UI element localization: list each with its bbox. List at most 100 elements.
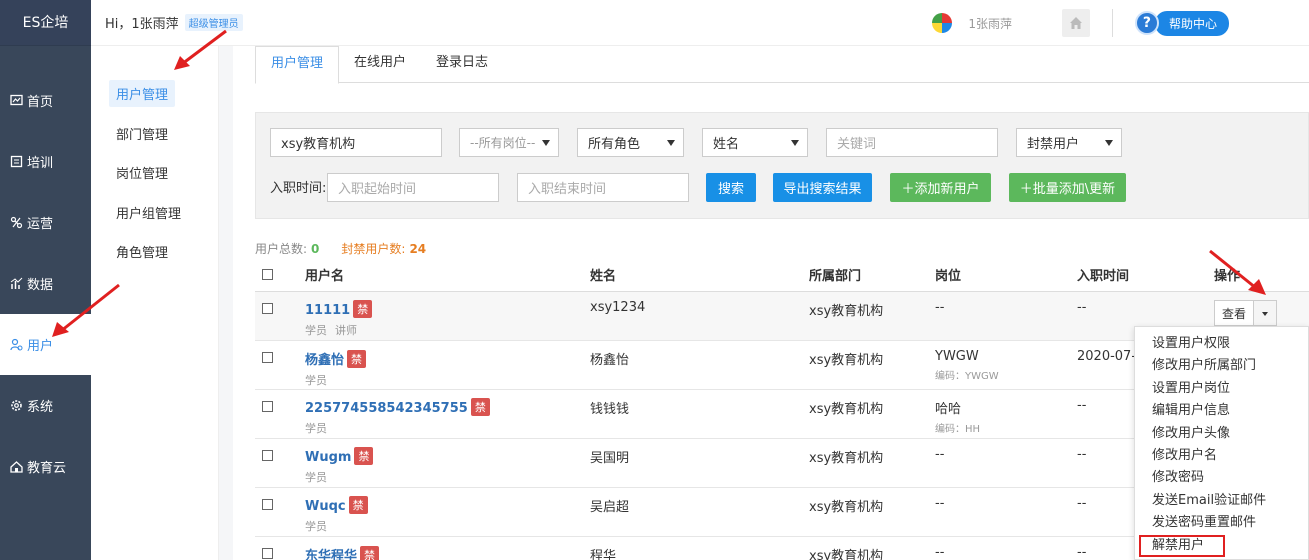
subnav-department-management[interactable]: 部门管理 [91,114,218,154]
name-cell: 吴国明 [590,438,809,488]
nav-item-data[interactable]: 数据 [0,253,91,314]
position-select[interactable]: --所有岗位-- [459,128,559,157]
total-users-label: 用户总数: [255,242,308,256]
department-cell: xsy教育机构 [809,438,935,488]
home-icon [1069,17,1082,29]
user-roles: 学员 [305,372,590,388]
menu-change-password[interactable]: 修改密码 [1135,467,1308,489]
tab-online-users[interactable]: 在线用户 [339,46,421,83]
nav-item-home[interactable]: 首页 [0,70,91,131]
keyword-input[interactable]: 关键词 [826,128,998,157]
row-checkbox[interactable] [262,449,273,461]
position-name: YWGW [935,348,979,364]
nav-label: 培训 [27,156,54,171]
user-roles: 学员 [305,420,590,436]
view-button[interactable]: 查看 [1214,300,1254,326]
menu-change-username[interactable]: 修改用户名 [1135,445,1308,467]
nav-item-system[interactable]: 系统 [0,375,91,436]
select-all-checkbox[interactable] [262,269,273,281]
row-checkbox[interactable] [262,302,273,314]
menu-send-password-reset-email[interactable]: 发送密码重置邮件 [1135,512,1308,534]
nav-label: 运营 [27,217,54,232]
row-select-cell [255,291,305,341]
row-checkbox[interactable] [262,400,273,412]
avatar[interactable] [932,13,953,33]
gear-icon [9,399,23,413]
subnav-position-management[interactable]: 岗位管理 [91,153,218,193]
menu-send-verification-email[interactable]: 发送Email验证邮件 [1135,490,1308,512]
nav-item-operations[interactable]: 运营 [0,192,91,253]
header-right: 1张雨萍 ? 帮助中心 [932,0,1309,46]
column-header-position: 岗位 [935,259,1077,292]
position-cell: 哈哈 编码：HH [935,389,1077,439]
menu-set-position[interactable]: 设置用户岗位 [1135,378,1308,400]
nav-item-edu-cloud[interactable]: 教育云 [0,436,91,497]
subnav-user-management[interactable]: 用户管理 [91,74,218,114]
username-link[interactable]: 东华程华 [305,549,357,560]
help-center-button[interactable]: ? 帮助中心 [1134,10,1229,36]
user-subnav: 用户管理 部门管理 岗位管理 用户组管理 角色管理 [91,46,219,560]
row-select-cell [255,487,305,537]
batch-add-update-button[interactable]: ＋批量添加\更新 [1009,173,1126,202]
subnav-label: 岗位管理 [116,167,169,183]
username-link[interactable]: 225774558542345755 [305,401,468,416]
row-checkbox[interactable] [262,547,273,559]
subnav-user-group-management[interactable]: 用户组管理 [91,193,218,233]
username-link[interactable]: Wugm [305,450,351,465]
home-button[interactable] [1061,9,1090,37]
action-dropdown-toggle[interactable] [1254,300,1277,326]
subnav-role-management[interactable]: 角色管理 [91,232,218,272]
org-selector[interactable]: xsy教育机构 [270,128,442,157]
user-roles: 学员 [305,469,590,485]
ban-status-select[interactable]: 封禁用户 [1016,128,1122,157]
add-user-button[interactable]: ＋添加新用户 [890,173,991,202]
position-name: 哈哈 [935,401,962,417]
row-select-cell [255,389,305,439]
department-cell: xsy教育机构 [809,291,935,341]
role-select[interactable]: 所有角色 [577,128,684,157]
header-username[interactable]: 1张雨萍 [968,15,1012,32]
total-users-count: 0 [311,242,320,256]
tab-login-log[interactable]: 登录日志 [421,46,503,83]
users-icon [9,338,23,352]
row-checkbox[interactable] [262,498,273,510]
username-cell: 225774558542345755 禁 学员 [305,389,590,439]
search-button[interactable]: 搜索 [706,173,756,202]
nav-label: 教育云 [27,461,67,476]
username-link[interactable]: 杨鑫怡 [305,353,344,368]
department-cell: xsy教育机构 [809,487,935,537]
username-cell: 杨鑫怡禁 学员 [305,340,590,390]
export-results-button[interactable]: 导出搜索结果 [773,173,872,202]
name-cell: xsy1234 [590,291,809,341]
subnav-label: 部门管理 [116,127,169,143]
tab-bar: 用户管理 在线用户 登录日志 [255,46,1309,84]
search-field-select[interactable]: 姓名 [702,128,808,157]
username-link[interactable]: Wuqc [305,499,346,514]
username-link[interactable]: 11111 [305,303,350,318]
table-header-row: 用户名 姓名 所属部门 岗位 入职时间 操作 [255,259,1309,292]
nav-item-training[interactable]: 培训 [0,131,91,192]
column-header-username[interactable]: 用户名 [305,259,590,292]
username-cell: 11111 禁 学员 讲师 [305,291,590,341]
tab-user-management[interactable]: 用户管理 [255,46,340,84]
hire-end-date-input[interactable]: 入职结束时间 [517,173,689,202]
column-header-name: 姓名 [590,259,809,292]
menu-change-department[interactable]: 修改用户所属部门 [1135,355,1308,377]
banned-badge: 禁 [348,495,368,514]
hire-start-date-input[interactable]: 入职起始时间 [327,173,499,202]
nav-label: 用户 [27,339,54,354]
menu-set-permissions[interactable]: 设置用户权限 [1135,333,1308,355]
nav-item-users[interactable]: 用户 [0,314,91,375]
menu-change-avatar[interactable]: 修改用户头像 [1135,423,1308,445]
brand-logo[interactable]: ES企培 [0,0,91,46]
username-cell: Wuqc 禁 学员 [305,487,590,537]
row-checkbox[interactable] [262,351,273,363]
row-select-cell [255,438,305,488]
subnav-label: 角色管理 [116,246,169,262]
position-cell: -- [935,487,1077,537]
menu-unban-user[interactable]: 解禁用户 [1139,534,1225,557]
user-roles: 学员 [305,518,590,534]
nav-label: 首页 [27,95,54,110]
banned-badge: 禁 [360,545,380,560]
menu-edit-user-info[interactable]: 编辑用户信息 [1135,400,1308,422]
